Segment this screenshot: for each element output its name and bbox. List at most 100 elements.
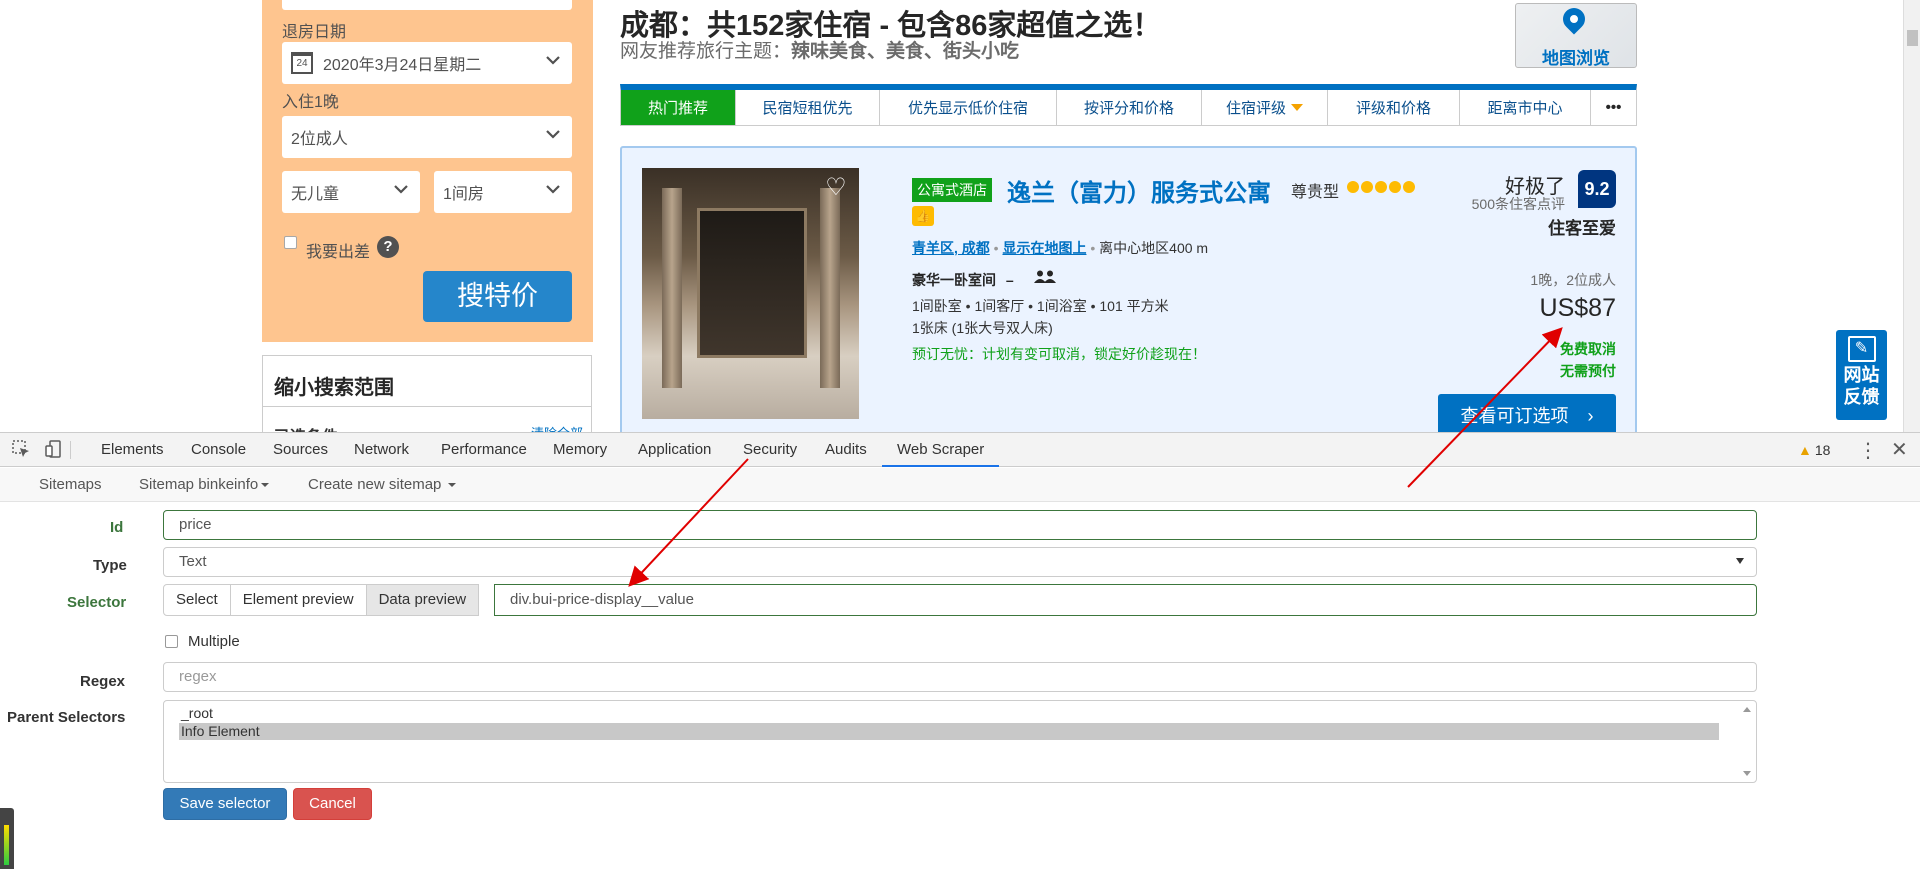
tab-elements[interactable]: Elements — [101, 433, 164, 467]
nav-sitemaps[interactable]: Sitemaps — [39, 468, 102, 502]
adults-value: 2位成人 — [291, 131, 348, 148]
tab-more[interactable]: ••• — [1591, 90, 1636, 125]
select-button[interactable]: Select — [163, 584, 231, 616]
list-scrollbar[interactable] — [1739, 701, 1756, 782]
regex-placeholder: regex — [179, 668, 217, 685]
warning-counter[interactable]: ▲ 18 — [1798, 442, 1830, 458]
inspect-element-icon[interactable] — [11, 440, 31, 460]
score-badge: 9.2 — [1578, 170, 1616, 208]
room-separator: – — [1005, 272, 1014, 288]
clear-all-link[interactable]: 清除全部 — [531, 423, 583, 432]
free-cancel-text: 免费取消 — [1560, 341, 1616, 357]
selector-input[interactable]: div.bui-price-display__value — [494, 584, 1757, 616]
parent-option-info-element[interactable]: Info Element — [179, 723, 1719, 740]
nav-sitemap-current[interactable]: Sitemap binkeinfo — [139, 468, 270, 502]
theme-tags[interactable]: 辣味美食、美食、街头小吃 — [791, 41, 1019, 62]
district-link[interactable]: 青羊区, 成都 — [912, 240, 990, 256]
feedback-line2: 反馈 — [1843, 387, 1880, 407]
scroll-down-icon[interactable] — [1743, 771, 1751, 776]
room-detail: 1间卧室 • 1间客厅 • 1间浴室 • 101 平方米 — [912, 298, 1169, 314]
tab-score-price[interactable]: 按评分和价格 — [1057, 90, 1202, 125]
caret-down-icon — [261, 483, 270, 488]
business-trip-checkbox[interactable] — [284, 236, 297, 249]
map-view-button[interactable]: 地图浏览 — [1515, 3, 1637, 68]
parent-selectors-list[interactable]: _root Info Element — [163, 700, 1757, 783]
distance-text: 离中心地区400 m — [1099, 240, 1209, 256]
star-icon — [1361, 181, 1373, 193]
tab-lowest-price[interactable]: 优先显示低价住宿 — [880, 90, 1057, 125]
children-select[interactable]: 无儿童 — [282, 171, 420, 213]
scroll-up-icon[interactable] — [1743, 707, 1751, 712]
heart-icon[interactable]: ♡ — [823, 176, 849, 202]
tab-rating-price[interactable]: 评级和价格 — [1328, 90, 1460, 125]
theme-prefix: 网友推荐旅行主题： — [620, 41, 792, 62]
children-value: 无儿童 — [291, 186, 340, 203]
booking-policy: 预订无忧：计划有变可取消，锁定好价趁现在！ — [912, 346, 1206, 362]
nav-create-sitemap-label: Create new sitemap — [308, 476, 442, 493]
tab-performance[interactable]: Performance — [441, 433, 527, 467]
tab-web-scraper[interactable]: Web Scraper — [882, 433, 1000, 467]
parent-selectors-label: Parent Selectors — [7, 709, 126, 726]
nav-sitemap-current-label: Sitemap binkeinfo — [139, 476, 259, 493]
tab-distance[interactable]: 距离市中心 — [1460, 90, 1591, 125]
tab-console[interactable]: Console — [191, 433, 246, 467]
review-count[interactable]: 500条住客点评 — [1472, 194, 1565, 214]
room-title: 豪华一卧室间 – — [912, 270, 1020, 290]
tab-application[interactable]: Application — [638, 433, 711, 467]
hotel-name-link[interactable]: 逸兰（富力）服务式公寓 — [1007, 173, 1271, 208]
adults-select[interactable]: 2位成人 — [282, 116, 572, 158]
photo-entrance — [697, 208, 807, 358]
star-icon — [1347, 181, 1359, 193]
parent-option-root[interactable]: _root — [179, 705, 1719, 722]
feedback-line1: 网站 — [1843, 365, 1880, 385]
selector-button-group: Select Element preview Data preview — [163, 584, 480, 616]
tab-popular[interactable]: 热门推荐 — [621, 90, 736, 125]
filter-divider — [263, 406, 591, 407]
room-bed: 1张床 (1张大号双人床) — [912, 320, 1053, 336]
scrollbar-thumb[interactable] — [1907, 30, 1918, 46]
type-select[interactable]: Text — [163, 547, 1757, 577]
edge-widget — [0, 808, 14, 869]
screenshot-root: 退房日期 24 2020年3月24日星期二 入住1晚 2位成人 无儿童 1间房 … — [0, 0, 1920, 869]
score-tag: 住客至爱 — [1548, 219, 1616, 238]
checkin-field-edge[interactable] — [282, 0, 572, 10]
hotel-photo[interactable]: ♡ — [642, 168, 859, 419]
element-preview-button[interactable]: Element preview — [229, 584, 367, 616]
rooms-select[interactable]: 1间房 — [434, 171, 572, 213]
business-trip-label: 我要出差 — [306, 244, 371, 261]
save-selector-button[interactable]: Save selector — [163, 788, 287, 820]
star-icon — [1403, 181, 1415, 193]
tab-sources[interactable]: Sources — [273, 433, 328, 467]
tab-security[interactable]: Security — [743, 433, 797, 467]
close-icon[interactable]: ✕ — [1891, 437, 1908, 462]
id-input[interactable]: price — [163, 510, 1757, 540]
search-button[interactable]: 搜特价 — [423, 271, 572, 322]
checkout-date-select[interactable]: 24 2020年3月24日星期二 — [282, 42, 572, 84]
chevron-down-icon — [394, 185, 408, 194]
cancel-button[interactable]: Cancel — [293, 788, 372, 820]
regex-input[interactable]: regex — [163, 662, 1757, 692]
show-on-map-link[interactable]: 显示在地图上 — [1002, 240, 1086, 256]
room-title-text: 豪华一卧室间 — [912, 272, 996, 288]
tab-network[interactable]: Network — [354, 433, 409, 467]
filter-subtitle: 已选条件 — [274, 423, 338, 432]
calendar-icon: 24 — [291, 52, 313, 74]
map-view-label: 地图浏览 — [1542, 49, 1610, 68]
page-scrollbar[interactable] — [1903, 0, 1920, 432]
nav-create-sitemap[interactable]: Create new sitemap — [308, 468, 457, 502]
tab-homestay[interactable]: 民宿短租优先 — [736, 90, 880, 125]
hotel-card: ♡ 公寓式酒店 逸兰（富力）服务式公寓 尊贵型 👍 青羊区, 成都 • 显示在地… — [620, 146, 1637, 432]
tab-memory[interactable]: Memory — [553, 433, 607, 467]
more-options-icon[interactable]: ⋮ — [1858, 438, 1878, 463]
data-preview-button[interactable]: Data preview — [365, 584, 480, 616]
feedback-button[interactable]: ✎ 网站 反馈 — [1836, 330, 1887, 420]
view-availability-button[interactable]: 查看可订选项 › — [1438, 394, 1616, 432]
help-icon[interactable]: ? — [377, 236, 399, 258]
tab-star-rating[interactable]: 住宿评级 — [1202, 90, 1328, 125]
sort-tabs: 热门推荐 民宿短租优先 优先显示低价住宿 按评分和价格 住宿评级 评级和价格 距… — [620, 84, 1637, 126]
tab-audits[interactable]: Audits — [825, 433, 867, 467]
map-pin-icon — [1558, 3, 1590, 35]
device-toolbar-icon[interactable] — [44, 440, 64, 460]
scraper-nav: Sitemaps Sitemap binkeinfo Create new si… — [0, 468, 1920, 502]
multiple-checkbox[interactable] — [165, 635, 178, 648]
